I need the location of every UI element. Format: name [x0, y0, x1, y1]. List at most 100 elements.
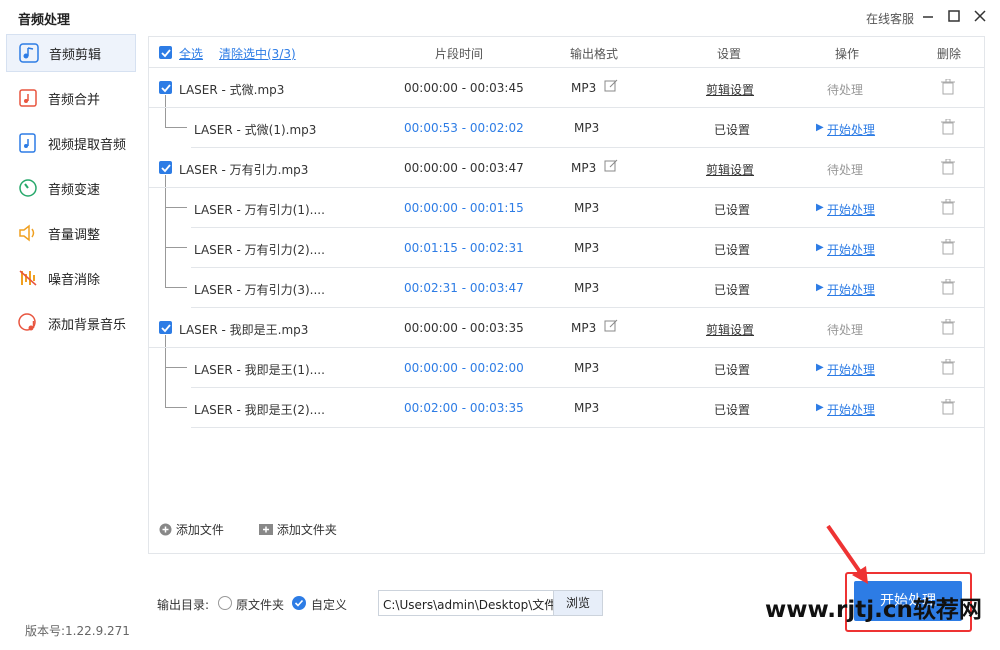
setting-status: 已设置: [714, 283, 751, 297]
sidebar-item-audio-merge[interactable]: 音频合并: [6, 79, 136, 117]
row-checkbox[interactable]: [159, 161, 172, 174]
trash-icon[interactable]: [941, 158, 955, 178]
header-output-format: 输出格式: [570, 47, 619, 61]
sidebar-item-label: 添加背景音乐: [48, 317, 127, 333]
minimize-icon[interactable]: [920, 8, 936, 24]
trash-icon[interactable]: [941, 78, 955, 98]
segment-time: 00:00:53 - 00:02:02: [404, 121, 524, 135]
sidebar-item-bg-music[interactable]: 添加背景音乐: [6, 304, 136, 342]
sidebar-item-noise[interactable]: 噪音消除: [6, 259, 136, 297]
maximize-icon[interactable]: [946, 8, 962, 24]
output-format: MP3: [574, 281, 600, 295]
play-icon: ▶: [816, 202, 824, 213]
trash-icon[interactable]: [941, 118, 955, 138]
cut-settings-link[interactable]: 剪辑设置: [706, 321, 754, 338]
radio-custom[interactable]: [292, 596, 306, 610]
table-row: LASER - 式微(1).mp3 00:00:53 - 00:02:02 MP…: [191, 108, 984, 148]
start-process-link[interactable]: 开始处理: [827, 361, 875, 378]
cut-settings-link[interactable]: 剪辑设置: [706, 81, 754, 98]
setting-status: 已设置: [714, 363, 751, 377]
online-support-link[interactable]: 在线客服: [866, 10, 914, 27]
add-file-button[interactable]: 添加文件: [159, 521, 224, 538]
radio-original-folder[interactable]: [218, 596, 232, 610]
edit-icon[interactable]: [604, 159, 618, 176]
browse-button[interactable]: 浏览: [554, 590, 603, 616]
sidebar-item-volume[interactable]: 音量调整: [6, 214, 136, 252]
add-folder-label: 添加文件夹: [276, 523, 337, 537]
segment-time: 00:02:31 - 00:03:47: [404, 281, 524, 295]
output-path-input[interactable]: C:\Users\admin\Desktop\文件: [378, 590, 554, 616]
table-row: LASER - 万有引力.mp3 00:00:00 - 00:03:47 MP3…: [149, 148, 984, 188]
start-process-link[interactable]: 开始处理: [827, 281, 875, 298]
start-process-link[interactable]: 开始处理: [827, 121, 875, 138]
edit-icon[interactable]: [604, 79, 618, 96]
add-file-label: 添加文件: [175, 523, 224, 537]
table-row: LASER - 我即是王(2).... 00:02:00 - 00:03:35 …: [191, 388, 984, 428]
start-process-link[interactable]: 开始处理: [827, 241, 875, 258]
row-checkbox[interactable]: [159, 81, 172, 94]
trash-icon[interactable]: [941, 198, 955, 218]
segment-time: 00:01:15 - 00:02:31: [404, 241, 524, 255]
pending-status: 待处理: [827, 83, 864, 97]
output-format: MP3: [574, 241, 600, 255]
trash-icon[interactable]: [941, 398, 955, 418]
file-name: LASER - 我即是王(1)....: [194, 363, 325, 377]
segment-time: 00:00:00 - 00:03:35: [404, 321, 524, 335]
play-icon: ▶: [816, 122, 824, 133]
start-process-link[interactable]: 开始处理: [827, 401, 875, 418]
sidebar-item-video-extract[interactable]: 视频提取音频: [6, 124, 136, 162]
row-checkbox[interactable]: [159, 321, 172, 334]
app-title: 音频处理: [18, 13, 71, 28]
table-row: LASER - 万有引力(2).... 00:01:15 - 00:02:31 …: [191, 228, 984, 268]
close-icon[interactable]: [972, 8, 988, 24]
radio-original-label: 原文件夹: [236, 598, 285, 612]
version-label: 版本号:1.22.9.271: [25, 624, 130, 638]
sidebar-item-label: 音频变速: [48, 182, 101, 198]
sidebar: 音频剪辑 音频合并 视频提取音频 音频变速 音量调整 噪音消除 添加背景音乐 版…: [0, 34, 140, 650]
start-process-link[interactable]: 开始处理: [827, 201, 875, 218]
table-row: LASER - 万有引力(3).... 00:02:31 - 00:03:47 …: [191, 268, 984, 308]
trash-icon[interactable]: [941, 238, 955, 258]
cut-settings-link[interactable]: 剪辑设置: [706, 161, 754, 178]
edit-icon[interactable]: [604, 319, 618, 336]
file-name: LASER - 万有引力(2)....: [194, 243, 325, 257]
file-name: LASER - 式微.mp3: [179, 83, 285, 97]
watermark-text: www.rjtj.cn软荐网: [765, 597, 982, 623]
merge-audio-icon: [16, 86, 40, 110]
title-bar: 音频处理 在线客服: [0, 0, 1000, 34]
segment-time: 00:00:00 - 00:03:47: [404, 161, 524, 175]
red-arrow-icon: [826, 524, 868, 584]
output-format: MP3: [574, 121, 600, 135]
sidebar-item-label: 音频剪辑: [49, 47, 102, 63]
output-format: MP3: [571, 321, 597, 335]
play-icon: ▶: [816, 362, 824, 373]
sidebar-item-label: 视频提取音频: [48, 137, 127, 153]
file-list-panel: 全选 清除选中(3/3) 片段时间 输出格式 设置 操作 删除 LASER - …: [148, 36, 985, 554]
select-all-checkbox[interactable]: [159, 46, 172, 59]
sidebar-item-audio-cut[interactable]: 音频剪辑: [6, 34, 136, 72]
trash-icon[interactable]: [941, 278, 955, 298]
pending-status: 待处理: [827, 163, 864, 177]
table-header: 全选 清除选中(3/3) 片段时间 输出格式 设置 操作 删除: [149, 37, 984, 68]
table-row: LASER - 我即是王.mp3 00:00:00 - 00:03:35 MP3…: [149, 308, 984, 348]
add-folder-button[interactable]: 添加文件夹: [259, 521, 337, 538]
setting-status: 已设置: [714, 123, 751, 137]
header-actions: 操作: [835, 47, 860, 61]
header-settings: 设置: [717, 47, 742, 61]
output-dir-label: 输出目录:: [157, 598, 210, 612]
pending-status: 待处理: [827, 323, 864, 337]
scissors-music-icon: [17, 41, 41, 65]
select-all-link[interactable]: 全选: [179, 45, 203, 62]
trash-icon[interactable]: [941, 318, 955, 338]
output-format: MP3: [571, 81, 597, 95]
table-row: LASER - 万有引力(1).... 00:00:00 - 00:01:15 …: [191, 188, 984, 228]
sidebar-item-speed[interactable]: 音频变速: [6, 169, 136, 207]
clear-selected-link[interactable]: 清除选中(3/3): [219, 45, 296, 62]
play-icon: ▶: [816, 282, 824, 293]
segment-time: 00:00:00 - 00:02:00: [404, 361, 524, 375]
setting-status: 已设置: [714, 403, 751, 417]
file-name: LASER - 式微(1).mp3: [194, 123, 317, 137]
radio-custom-label: 自定义: [311, 598, 348, 612]
play-icon: ▶: [816, 402, 824, 413]
trash-icon[interactable]: [941, 358, 955, 378]
